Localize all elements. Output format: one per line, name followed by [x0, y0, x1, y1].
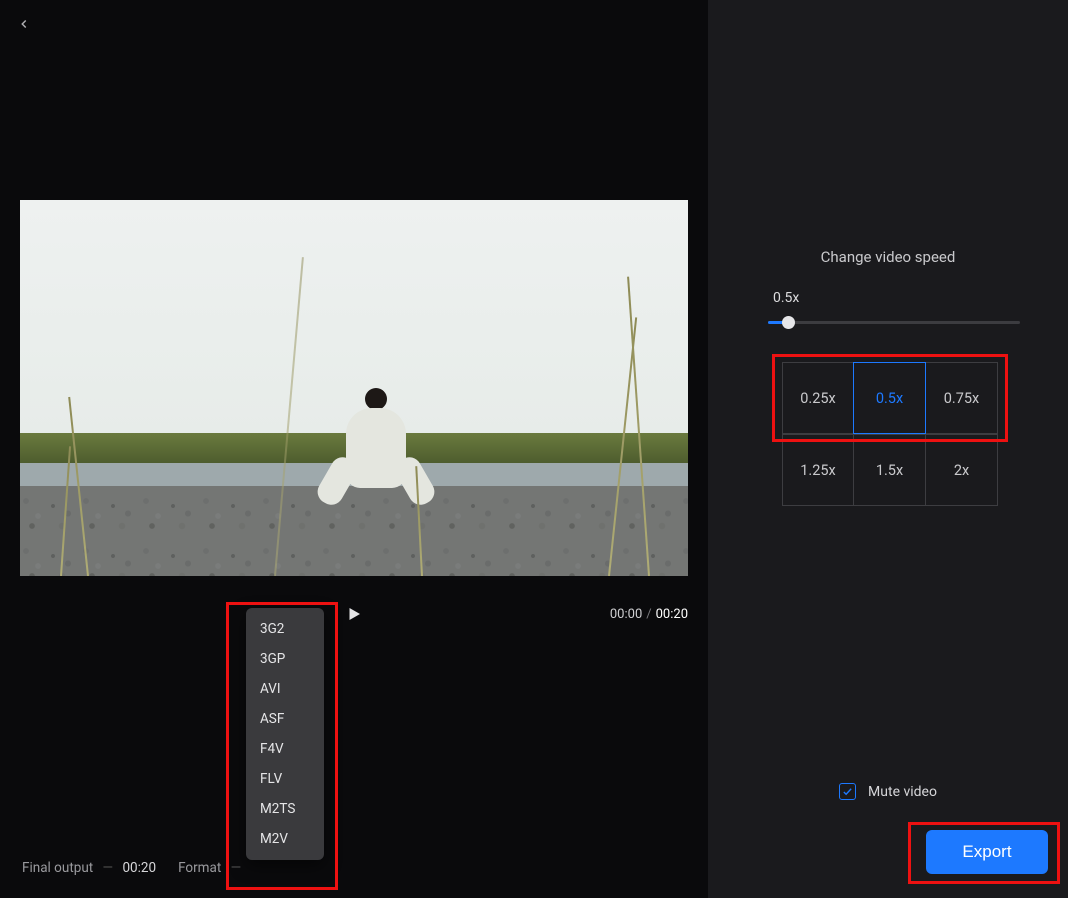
format-option[interactable]: M2TS [246, 794, 324, 824]
play-button[interactable] [341, 601, 367, 627]
speed-preset[interactable]: 0.75x [926, 362, 998, 434]
check-icon [842, 786, 853, 797]
bottom-bar: Final output — 00:20 Format — [0, 838, 708, 898]
format-option[interactable]: 3GP [246, 644, 324, 674]
slider-track [768, 321, 1020, 324]
settings-panel: Change video speed 0.5x 0.25x 0.5x 0.75x… [708, 0, 1068, 898]
slider-thumb[interactable] [782, 316, 795, 329]
speed-preset-row: 0.25x 0.5x 0.75x [782, 362, 998, 434]
speed-preset-selected[interactable]: 0.5x [853, 362, 926, 434]
speed-current-value: 0.5x [773, 290, 799, 306]
export-button[interactable]: Export [926, 830, 1048, 874]
speed-preset-row: 1.25x 1.5x 2x [782, 434, 998, 506]
format-option[interactable]: 3G2 [246, 614, 324, 644]
speed-slider[interactable] [768, 314, 1020, 330]
play-icon [345, 605, 363, 623]
format-dropdown[interactable]: 3G2 3GP AVI ASF F4V FLV M2TS M2V [246, 608, 324, 860]
format-option[interactable]: ASF [246, 704, 324, 734]
mute-checkbox[interactable] [839, 783, 856, 800]
playback-time: 00:00 / 00:20 [610, 607, 688, 622]
format-option[interactable]: AVI [246, 674, 324, 704]
back-button[interactable] [14, 14, 34, 34]
speed-preset[interactable]: 1.25x [782, 434, 854, 506]
time-separator: / [646, 607, 651, 622]
speed-section-title: Change video speed [708, 248, 1068, 266]
playback-controls: 00:00 / 00:20 [20, 596, 688, 632]
final-output-value: 00:20 [122, 860, 156, 876]
chevron-left-icon [17, 17, 31, 31]
format-label: Format [178, 860, 221, 876]
speed-preset[interactable]: 1.5x [854, 434, 926, 506]
mute-label: Mute video [868, 784, 937, 800]
total-time: 00:20 [656, 607, 688, 622]
format-option[interactable]: F4V [246, 734, 324, 764]
current-time: 00:00 [610, 607, 642, 622]
final-output-label: Final output [22, 860, 93, 876]
format-option[interactable]: FLV [246, 764, 324, 794]
app-root: 00:00 / 00:20 3G2 3GP AVI ASF F4V FLV M2TS… [0, 0, 1068, 898]
speed-preset[interactable]: 2x [926, 434, 998, 506]
mute-row: Mute video [708, 783, 1068, 800]
speed-preset[interactable]: 0.25x [782, 362, 854, 434]
preview-panel: 00:00 / 00:20 3G2 3GP AVI ASF F4V FLV M2TS… [0, 0, 708, 898]
video-preview [20, 200, 688, 576]
